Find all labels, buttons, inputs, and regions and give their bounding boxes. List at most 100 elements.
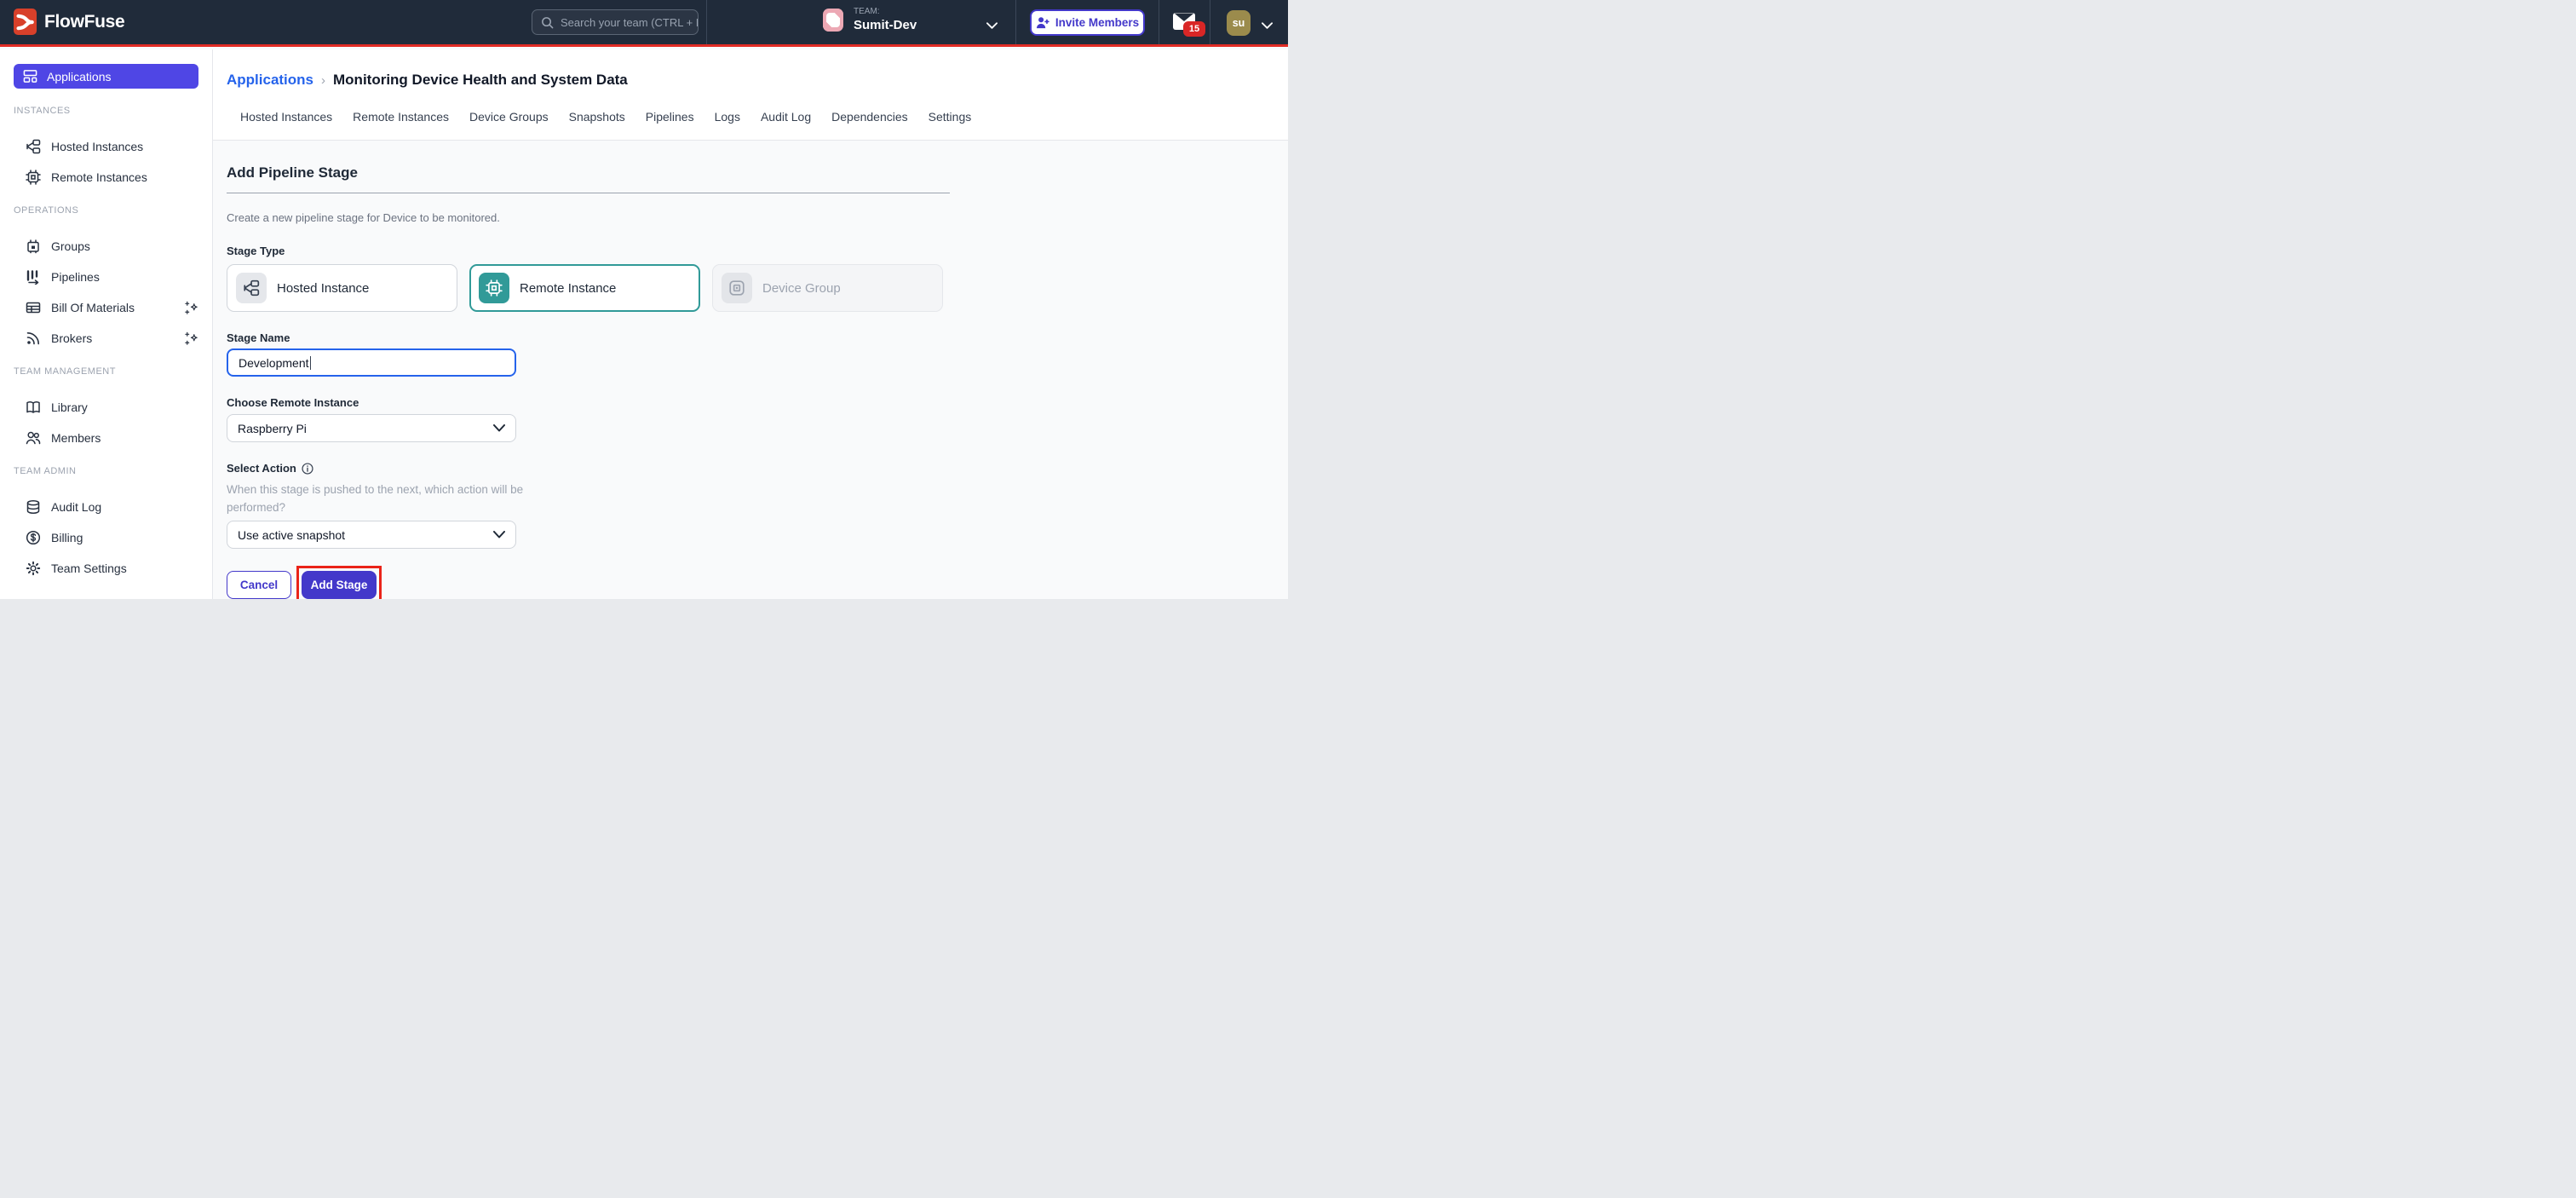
sidebar-item-brokers[interactable]: Brokers <box>0 323 212 354</box>
sidebar-section-team-admin: TEAM ADMIN <box>14 466 198 477</box>
tab-settings[interactable]: Settings <box>929 110 972 127</box>
stage-type-options: Hosted Instance Remote Instance <box>227 264 1288 312</box>
sidebar-section-team-management: TEAM MANAGEMENT <box>14 366 198 377</box>
tab-logs[interactable]: Logs <box>715 110 740 127</box>
bill-of-materials-icon <box>26 300 41 315</box>
sidebar-item-label: Library <box>51 400 198 414</box>
hosted-instance-icon <box>236 273 267 303</box>
brokers-icon <box>26 331 41 346</box>
audit-log-icon <box>26 499 41 515</box>
select-action-label: Select Action <box>227 462 1288 475</box>
invite-members-button[interactable]: Invite Members <box>1030 9 1145 36</box>
text-cursor <box>310 356 312 370</box>
team-name: Sumit-Dev <box>854 19 917 32</box>
cancel-button[interactable]: Cancel <box>227 571 291 599</box>
sidebar-item-label: Team Settings <box>51 562 198 575</box>
remote-instance-value: Raspberry Pi <box>238 422 307 435</box>
navbar-divider <box>1015 0 1016 44</box>
chevron-down-icon <box>493 424 505 432</box>
action-value: Use active snapshot <box>238 528 345 542</box>
sidebar-item-label: Pipelines <box>51 270 198 284</box>
sidebar-item-bill-of-materials[interactable]: Bill Of Materials <box>0 292 212 323</box>
tab-bar: Hosted Instances Remote Instances Device… <box>240 110 1288 127</box>
sidebar-section-instances: INSTANCES <box>14 106 198 117</box>
remote-instance-icon <box>479 273 509 303</box>
sidebar-item-label: Bill Of Materials <box>51 301 174 314</box>
info-icon[interactable] <box>302 463 313 475</box>
pipelines-icon <box>26 269 41 285</box>
sidebar-item-members[interactable]: Members <box>0 423 212 453</box>
sidebar: Applications INSTANCES Hosted Instances … <box>0 49 213 599</box>
team-switcher[interactable]: TEAM: Sumit-Dev <box>823 8 917 32</box>
tab-hosted-instances[interactable]: Hosted Instances <box>240 110 332 127</box>
form-description: Create a new pipeline stage for Device t… <box>227 211 1288 225</box>
sidebar-item-label: Groups <box>51 239 198 253</box>
stage-name-label: Stage Name <box>227 331 1288 345</box>
library-icon <box>26 400 41 415</box>
select-action-helper-text: When this stage is pushed to the next, w… <box>227 481 543 516</box>
top-navbar: FlowFuse Search your team (CTRL + K) TEA… <box>0 0 1288 47</box>
stage-name-value: Development <box>239 356 309 370</box>
tab-audit-log[interactable]: Audit Log <box>761 110 811 127</box>
remote-instances-icon <box>26 170 41 185</box>
breadcrumb: Applications › Monitoring Device Health … <box>213 49 1288 89</box>
sidebar-item-team-settings[interactable]: Team Settings <box>0 553 212 584</box>
sidebar-item-library[interactable]: Library <box>0 392 212 423</box>
team-label: TEAM: <box>854 8 917 16</box>
stage-name-input[interactable]: Development <box>227 348 516 377</box>
remote-instance-label: Choose Remote Instance <box>227 396 1288 410</box>
notifications-button[interactable]: 15 <box>1173 13 1195 30</box>
sidebar-item-label: Audit Log <box>51 500 198 514</box>
billing-icon <box>26 530 41 545</box>
chevron-down-icon <box>493 531 505 539</box>
stage-type-remote-instance[interactable]: Remote Instance <box>469 264 700 312</box>
action-select[interactable]: Use active snapshot <box>227 521 516 549</box>
members-icon <box>26 430 41 446</box>
add-stage-button[interactable]: Add Stage <box>302 571 377 599</box>
page-title: Monitoring Device Health and System Data <box>333 72 628 89</box>
stage-type-option-label: Hosted Instance <box>277 281 369 296</box>
sidebar-item-label: Hosted Instances <box>51 140 198 153</box>
sidebar-item-applications[interactable]: Applications <box>14 64 198 89</box>
brand-name: FlowFuse <box>44 12 124 32</box>
groups-icon <box>26 239 41 254</box>
sidebar-item-hosted-instances[interactable]: Hosted Instances <box>0 131 212 162</box>
main-content: Applications › Monitoring Device Health … <box>213 49 1288 599</box>
tab-pipelines[interactable]: Pipelines <box>646 110 694 127</box>
tab-snapshots[interactable]: Snapshots <box>569 110 625 127</box>
tab-remote-instances[interactable]: Remote Instances <box>353 110 449 127</box>
add-pipeline-stage-form: Add Pipeline Stage Create a new pipeline… <box>213 141 1288 599</box>
click-highlight-annotation: Add Stage <box>296 566 382 599</box>
user-menu-chevron-down-icon[interactable] <box>1262 19 1273 34</box>
sidebar-item-remote-instances[interactable]: Remote Instances <box>0 162 212 193</box>
form-actions: Cancel Add Stage <box>227 566 1288 599</box>
search-placeholder: Search your team (CTRL + K) <box>561 16 699 29</box>
invite-members-label: Invite Members <box>1055 16 1139 29</box>
sidebar-item-audit-log[interactable]: Audit Log <box>0 492 212 522</box>
tab-dependencies[interactable]: Dependencies <box>831 110 908 127</box>
stage-type-option-label: Remote Instance <box>520 281 616 296</box>
stage-type-label: Stage Type <box>227 245 1288 258</box>
form-title: Add Pipeline Stage <box>227 164 1288 181</box>
remote-instance-select[interactable]: Raspberry Pi <box>227 414 516 442</box>
sidebar-item-billing[interactable]: Billing <box>0 522 212 553</box>
page-header: Applications › Monitoring Device Health … <box>213 49 1288 141</box>
tab-device-groups[interactable]: Device Groups <box>469 110 549 127</box>
breadcrumb-separator: › <box>321 73 325 88</box>
flowfuse-logo[interactable]: FlowFuse <box>14 9 124 35</box>
search-input[interactable]: Search your team (CTRL + K) <box>532 9 699 35</box>
notification-count-badge: 15 <box>1183 21 1205 37</box>
sidebar-item-pipelines[interactable]: Pipelines <box>0 262 212 292</box>
team-chevron-down-icon[interactable] <box>986 19 998 34</box>
sidebar-item-groups[interactable]: Groups <box>0 231 212 262</box>
sparkles-icon <box>184 331 198 346</box>
user-plus-icon <box>1036 16 1049 29</box>
stage-type-device-group: Device Group <box>712 264 943 312</box>
sidebar-item-label: Brokers <box>51 331 174 345</box>
stage-type-hosted-instance[interactable]: Hosted Instance <box>227 264 457 312</box>
device-group-icon <box>722 273 752 303</box>
breadcrumb-applications-link[interactable]: Applications <box>227 72 313 89</box>
user-avatar[interactable]: su <box>1227 10 1251 36</box>
stage-type-option-label: Device Group <box>762 281 841 296</box>
sidebar-item-label: Remote Instances <box>51 170 198 184</box>
